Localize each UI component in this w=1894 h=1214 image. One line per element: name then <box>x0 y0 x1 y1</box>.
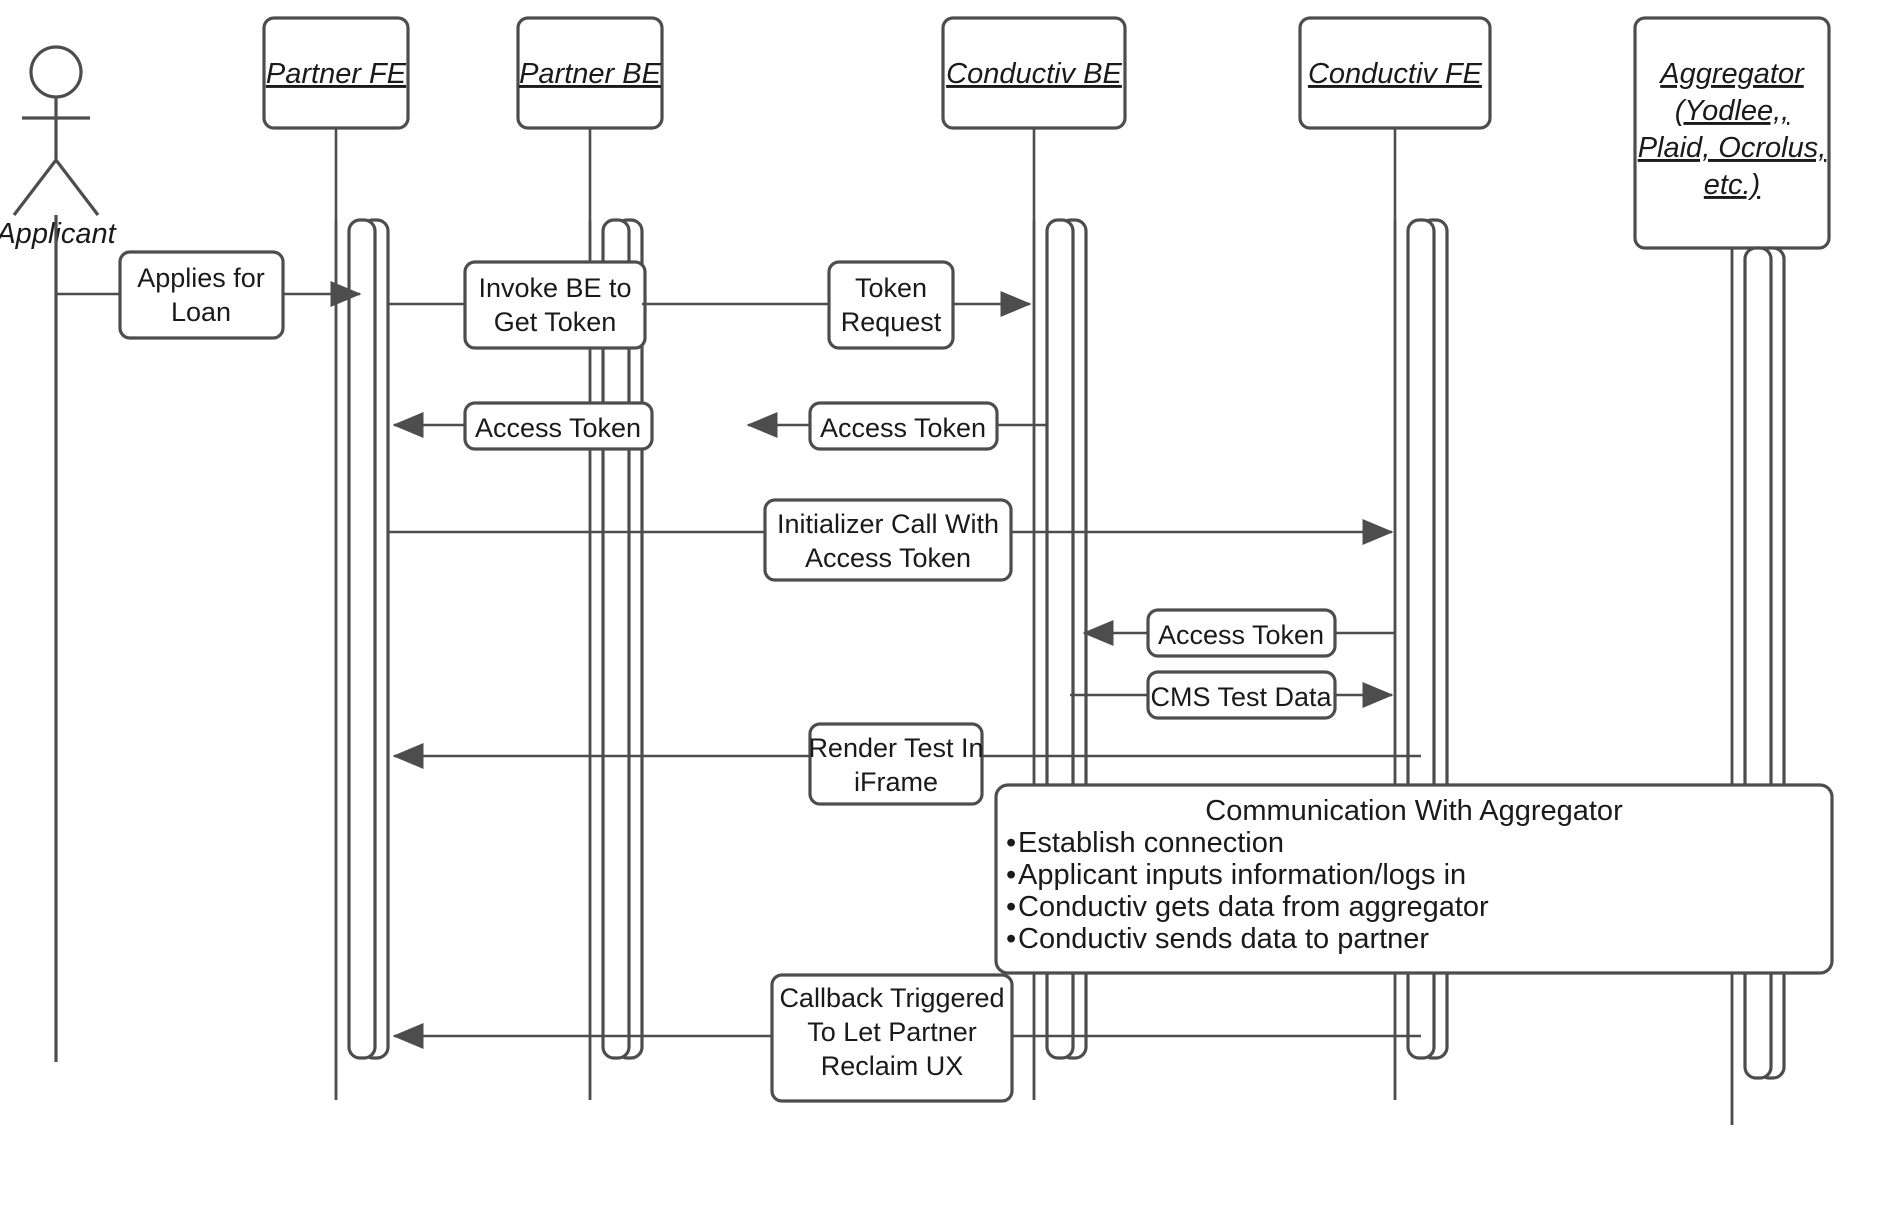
lifeline-label-partner-be: Partner BE <box>519 58 661 90</box>
note-title: Communication With Aggregator <box>1205 795 1623 827</box>
message-access-token-conductiv-fe[interactable]: Access Token <box>1082 608 1395 658</box>
actor-applicant: Applicant <box>0 45 118 1062</box>
lifeline-label-aggregator-line1: Aggregator <box>1658 58 1805 90</box>
message-label-m6-line1: Initializer Call With <box>777 509 999 539</box>
message-applies-for-loan[interactable]: Applies for Loan <box>56 250 362 340</box>
message-label-m5: Access Token <box>820 413 986 443</box>
message-label-m6-line2: Access Token <box>805 543 971 573</box>
note-bullet-2: Applicant inputs information/logs in <box>1018 859 1466 891</box>
activation-bar-partner-fe-inner <box>347 218 377 1060</box>
actor-label: Applicant <box>0 218 118 250</box>
lifeline-label-aggregator-line2: (Yodlee,, <box>1675 95 1789 127</box>
sequence-diagram-svg: Applicant Partner FE Partner BE Conducti… <box>0 16 1834 1125</box>
note-bullet-marker-1: • <box>1006 827 1016 859</box>
sequence-diagram-canvas: Applicant Partner FE Partner BE Conducti… <box>0 0 1894 1214</box>
message-access-token-partner[interactable]: Access Token <box>392 401 654 451</box>
note-bullet-4: Conductiv sends data to partner <box>1018 923 1429 955</box>
actor-head-icon <box>29 45 83 99</box>
message-initializer-call[interactable]: Initializer Call With Access Token <box>388 498 1394 582</box>
message-label-m2-line2: Get Token <box>494 307 617 337</box>
message-label-m2-line1: Invoke BE to <box>478 273 631 303</box>
lifeline-label-aggregator-line4: etc.) <box>1704 169 1760 201</box>
message-callback-triggered[interactable]: Callback Triggered To Let Partner Reclai… <box>392 973 1421 1103</box>
note-bullet-marker-3: • <box>1006 891 1016 923</box>
actor-left-leg-icon <box>12 159 58 216</box>
message-cms-test-data[interactable]: CMS Test Data <box>1070 670 1394 720</box>
lifeline-label-conductiv-be: Conductiv BE <box>946 58 1122 90</box>
message-access-token-conductiv[interactable]: Access Token <box>746 401 1047 451</box>
note-communication-with-aggregator[interactable]: Communication With Aggregator • Establis… <box>994 783 1834 975</box>
actor-right-leg-icon <box>54 159 100 216</box>
message-label-m3-line2: Request <box>841 307 942 337</box>
lifeline-label-partner-fe: Partner FE <box>266 58 407 90</box>
message-label-m1-line2: Loan <box>171 297 231 327</box>
message-label-m10-line2: To Let Partner <box>807 1017 977 1047</box>
message-token-request[interactable]: Token Request <box>642 260 1032 350</box>
note-bullet-1: Establish connection <box>1018 827 1284 859</box>
message-label-m3-line1: Token <box>855 273 927 303</box>
message-label-m10-line1: Callback Triggered <box>779 983 1004 1013</box>
message-label-m8: CMS Test Data <box>1150 682 1332 712</box>
lifeline-label-aggregator-line3: Plaid, Ocrolus, <box>1638 132 1827 164</box>
note-bullet-3: Conductiv gets data from aggregator <box>1018 891 1489 923</box>
message-label-m9-line1: Render Test In <box>808 733 983 763</box>
message-label-m10-line3: Reclaim UX <box>821 1051 964 1081</box>
note-bullet-marker-2: • <box>1006 859 1016 891</box>
note-bullet-marker-4: • <box>1006 923 1016 955</box>
message-invoke-be-to-get-token[interactable]: Invoke BE to Get Token <box>388 260 647 350</box>
message-label-m7: Access Token <box>1158 620 1324 650</box>
message-label-m4: Access Token <box>475 413 641 443</box>
message-label-m9-line2: iFrame <box>854 767 938 797</box>
lifeline-label-conductiv-fe: Conductiv FE <box>1308 58 1483 90</box>
message-label-m1-line1: Applies for <box>137 263 265 293</box>
